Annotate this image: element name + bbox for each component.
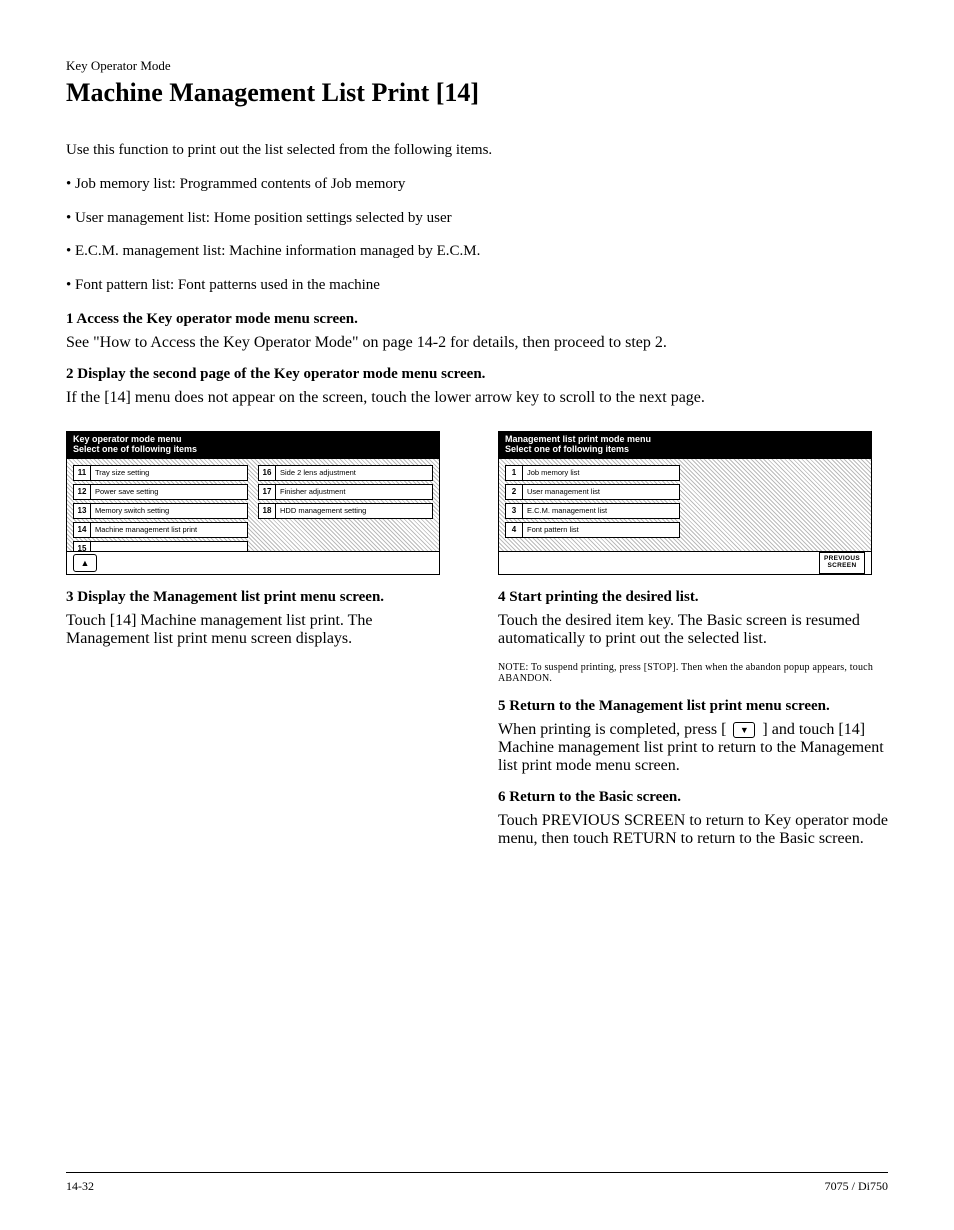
page-footer: 14-32 7075 / Di750 [66, 1172, 888, 1194]
intro-text: Use this function to print out the list … [66, 140, 888, 162]
menu-item-14[interactable]: 14 Machine management list print [73, 522, 248, 538]
list-item-job-memory[interactable]: 1 Job memory list [505, 465, 680, 481]
chapter-label: Key Operator Mode [66, 58, 888, 74]
management-list-print-menu-screen: Management list print mode menu Select o… [498, 431, 872, 575]
page-title: Machine Management List Print [14] [66, 78, 888, 108]
step-3-body: Touch [14] Machine management list print… [66, 612, 456, 648]
screen-a-header: Key operator mode menu Select one of fol… [67, 432, 439, 459]
list-item-user-management[interactable]: 2 User management list [505, 484, 680, 500]
key-operator-menu-screen: Key operator mode menu Select one of fol… [66, 431, 440, 575]
menu-item-16[interactable]: 16 Side 2 lens adjustment [258, 465, 433, 481]
note-text: NOTE: To suspend printing, press [STOP].… [498, 662, 888, 684]
step-6-head: 6 Return to the Basic screen. [498, 789, 888, 806]
arrow-down-icon: ▼ [740, 725, 749, 735]
page-number: 14-32 [66, 1179, 94, 1194]
model-label: 7075 / Di750 [825, 1179, 888, 1194]
bullet-1: • Job memory list: Programmed contents o… [66, 174, 888, 196]
bullet-2: • User management list: Home position se… [66, 208, 888, 230]
step-1-head: 1 Access the Key operator mode menu scre… [66, 311, 888, 328]
step-1-body: See "How to Access the Key Operator Mode… [66, 334, 888, 352]
step-4-head: 4 Start printing the desired list. [498, 589, 888, 606]
step-2-head: 2 Display the second page of the Key ope… [66, 366, 888, 383]
step-2-body: If the [14] menu does not appear on the … [66, 389, 888, 407]
menu-item-13[interactable]: 13 Memory switch setting [73, 503, 248, 519]
list-item-ecm-management[interactable]: 3 E.C.M. management list [505, 503, 680, 519]
bullet-3: • E.C.M. management list: Machine inform… [66, 241, 888, 263]
arrow-up-icon: ▲ [81, 558, 90, 568]
bullet-4: • Font pattern list: Font patterns used … [66, 275, 888, 297]
scroll-up-button[interactable]: ▲ [73, 554, 97, 572]
previous-screen-button[interactable]: PREVIOUS SCREEN [819, 552, 865, 574]
step-5-head: 5 Return to the Management list print me… [498, 698, 888, 715]
step-6-body: Touch PREVIOUS SCREEN to return to Key o… [498, 812, 888, 848]
menu-item-12[interactable]: 12 Power save setting [73, 484, 248, 500]
menu-item-11[interactable]: 11 Tray size setting [73, 465, 248, 481]
cross-ref-link[interactable]: "How to Access the Key Operator Mode" on… [93, 334, 446, 351]
step-5-body: When printing is completed, press [ ▼ ] … [498, 721, 888, 775]
step-3-head: 3 Display the Management list print menu… [66, 589, 456, 606]
screen-b-header: Management list print mode menu Select o… [499, 432, 871, 459]
list-item-font-pattern[interactable]: 4 Font pattern list [505, 522, 680, 538]
menu-item-17[interactable]: 17 Finisher adjustment [258, 484, 433, 500]
menu-item-18[interactable]: 18 HDD management setting [258, 503, 433, 519]
scroll-down-inline-button[interactable]: ▼ [733, 722, 755, 738]
step-4-body: Touch the desired item key. The Basic sc… [498, 612, 888, 648]
